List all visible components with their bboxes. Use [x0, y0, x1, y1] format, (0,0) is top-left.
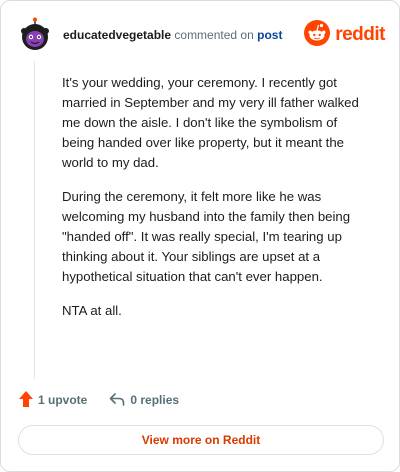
username-link[interactable]: educatedvegetable	[63, 28, 171, 42]
meta-verb: commented on	[174, 28, 254, 42]
upvote-arrow-icon	[19, 390, 33, 410]
view-more-button[interactable]: View more on Reddit	[18, 425, 384, 455]
upvote-button[interactable]: 1 upvote	[19, 390, 88, 410]
reddit-logo-icon	[304, 19, 331, 51]
post-link[interactable]: post	[257, 28, 282, 42]
avatar-icon[interactable]	[19, 17, 51, 53]
thread-line	[34, 61, 35, 379]
comment-paragraph: NTA at all.	[62, 303, 122, 318]
comment-paragraph: During the ceremony, it felt more like h…	[62, 189, 351, 284]
replies-button[interactable]: 0 replies	[109, 392, 179, 409]
comment-body: It's your wedding, your ceremony. I rece…	[62, 73, 372, 335]
reply-count: 0 replies	[130, 393, 180, 407]
comment-actions: 1 upvote 0 replies	[19, 389, 179, 411]
upvote-count: 1 upvote	[38, 393, 88, 407]
comment-meta: educatedvegetable commented on post	[63, 28, 282, 42]
comment-header: educatedvegetable commented on post redd…	[19, 15, 385, 55]
reply-icon	[109, 392, 125, 409]
reddit-wordmark: reddit	[335, 24, 385, 45]
comment-paragraph: It's your wedding, your ceremony. I rece…	[62, 75, 359, 170]
comment-embed-card: educatedvegetable commented on post redd…	[0, 0, 400, 472]
reddit-brand-link[interactable]: reddit	[304, 19, 385, 51]
